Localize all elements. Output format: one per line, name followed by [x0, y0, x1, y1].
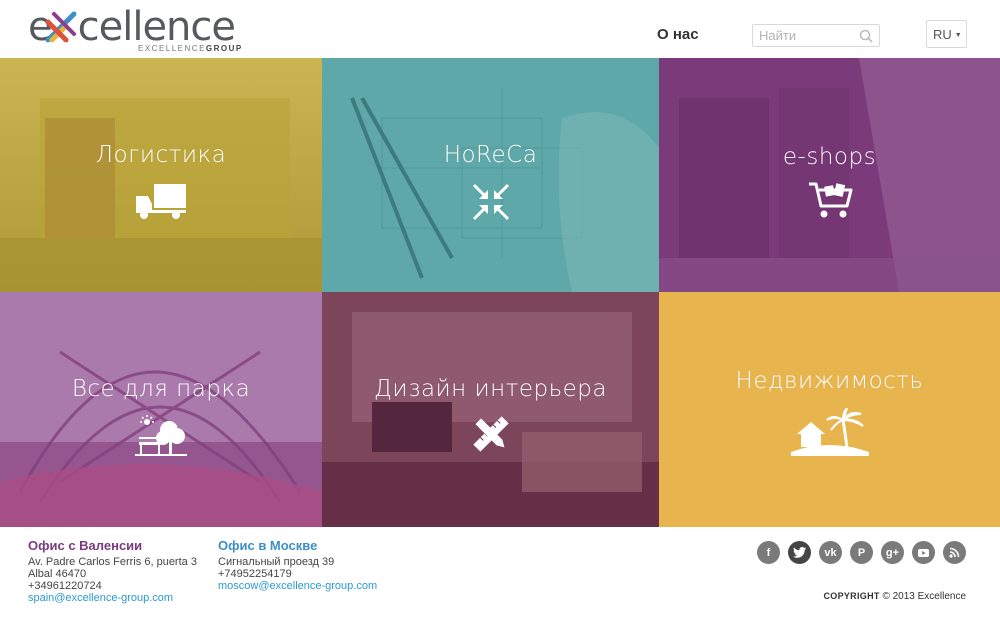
- tile-eshops[interactable]: e-shops: [659, 58, 1000, 292]
- nav-about-link[interactable]: О нас: [657, 26, 699, 43]
- chevron-down-icon: ▼: [954, 32, 962, 39]
- office-address: Av. Padre Carlos Ferris 6, puerta 3: [28, 556, 197, 568]
- compress-arrows-icon: [472, 183, 509, 221]
- site-header: ecellence EXCELLENCEGROUP О нас RU▼: [0, 0, 1000, 58]
- google-plus-icon[interactable]: g+: [881, 541, 904, 564]
- tile-overlay: [0, 292, 322, 527]
- vk-icon[interactable]: vk: [819, 541, 842, 564]
- park-bench-tree-icon: [135, 415, 187, 456]
- social-links: f vk P g+: [757, 541, 966, 564]
- twitter-icon[interactable]: [788, 541, 811, 564]
- logo-subtitle: EXCELLENCEGROUP: [138, 44, 243, 53]
- language-selector[interactable]: RU ▼: [926, 20, 967, 48]
- ruler-pencil-icon: [472, 416, 509, 452]
- site-footer: Офис с Валенсии Av. Padre Carlos Ferris …: [0, 527, 1000, 619]
- tile-interior-design[interactable]: Дизайн интерьера: [322, 292, 659, 527]
- office-phone: +34961220724: [28, 580, 102, 592]
- island-house-icon: [790, 408, 869, 456]
- tile-overlay: [322, 58, 659, 292]
- office-address: Сигнальный проезд 39: [218, 556, 335, 568]
- office-address-city: Albal 46470: [28, 568, 87, 580]
- tile-label: HoReCa: [443, 142, 538, 168]
- office-email-link[interactable]: moscow@excellence-group.com: [218, 580, 377, 592]
- tile-label: Все для парка: [71, 376, 251, 402]
- tile-label: e-shops: [782, 144, 877, 170]
- copyright: COPYRIGHT © 2013 Excellence: [823, 591, 966, 602]
- search-input[interactable]: [759, 27, 855, 44]
- office-email-link[interactable]: spain@excellence-group.com: [28, 592, 197, 604]
- tile-park[interactable]: Все для парка: [0, 292, 322, 527]
- rss-icon[interactable]: [943, 541, 966, 564]
- pinterest-icon[interactable]: P: [850, 541, 873, 564]
- tile-overlay: [0, 58, 322, 292]
- office-title: Офис в Москве: [218, 538, 318, 553]
- facebook-icon[interactable]: f: [757, 541, 780, 564]
- shopping-cart-icon: [808, 182, 852, 218]
- office-title: Офис с Валенсии: [28, 538, 143, 553]
- tile-label: Дизайн интерьера: [374, 376, 607, 402]
- tile-overlay: [659, 58, 1000, 292]
- logo[interactable]: e cellence EXCELLENCEGROUP: [28, 4, 250, 54]
- office-valencia: Офис с Валенсии Av. Padre Carlos Ferris …: [28, 538, 197, 605]
- tile-real-estate[interactable]: Недвижимость: [659, 292, 1000, 527]
- tile-overlay: [322, 292, 659, 527]
- truck-icon: [136, 184, 186, 219]
- tile-horeca[interactable]: HoReCa: [322, 58, 659, 292]
- office-phone: +74952254179: [218, 568, 292, 580]
- search-box: [752, 24, 880, 47]
- office-moscow: Офис в Москве Сигнальный проезд 39 +7495…: [218, 538, 377, 593]
- search-icon[interactable]: [859, 29, 873, 43]
- logo-x-mark-icon: [45, 11, 77, 43]
- tile-label: Логистика: [95, 142, 227, 168]
- youtube-icon[interactable]: [912, 541, 935, 564]
- tile-label: Недвижимость: [735, 368, 924, 394]
- tile-logistics[interactable]: Логистика: [0, 58, 322, 292]
